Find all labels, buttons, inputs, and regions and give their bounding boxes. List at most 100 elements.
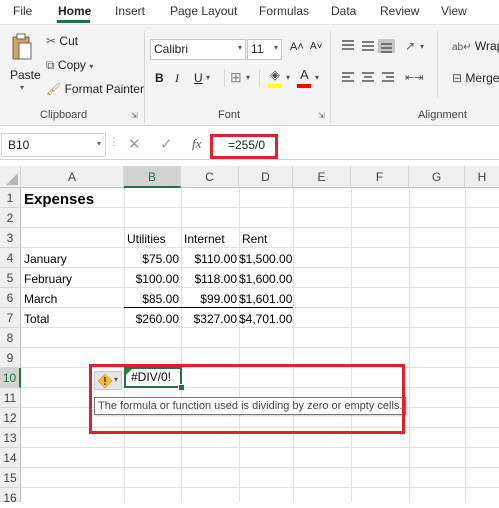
table-cell[interactable]: $75.00 [124, 249, 179, 269]
font-name-dropdown[interactable]: Calibri ▾ [150, 39, 246, 60]
borders-dropdown-icon[interactable]: ▾ [246, 73, 250, 82]
table-cell[interactable]: $327.00 [181, 309, 237, 329]
tab-home[interactable]: Home [58, 4, 91, 18]
sheet-title[interactable]: Expenses [24, 189, 94, 209]
row-header[interactable]: 3 [0, 228, 21, 248]
italic-button[interactable]: I [175, 71, 179, 86]
indent-icon[interactable]: ⇤⇥ [405, 71, 423, 84]
column-label-utilities[interactable]: Utilities [127, 229, 166, 249]
table-cell[interactable]: $100.00 [124, 269, 179, 289]
copy-button[interactable]: ⧉ Copy ▾ [46, 58, 93, 73]
orientation-dropdown-icon[interactable]: ▾ [420, 42, 424, 51]
wrap-text-icon: ab↵ [452, 42, 472, 53]
tab-view[interactable]: View [441, 4, 467, 18]
font-color-button[interactable]: A [297, 67, 313, 89]
orientation-icon[interactable]: ↗ [405, 39, 415, 53]
row-header[interactable]: 12 [0, 408, 21, 428]
table-cell[interactable]: $85.00 [124, 289, 179, 309]
tab-review[interactable]: Review [380, 4, 419, 18]
column-header[interactable]: C [181, 166, 239, 188]
row-label[interactable]: March [24, 289, 57, 309]
font-color-swatch [297, 84, 311, 88]
table-cell[interactable]: $1,601.00 [239, 289, 292, 309]
shrink-font-button[interactable]: A˅ [310, 41, 323, 52]
row-header[interactable]: 7 [0, 308, 21, 328]
row-header[interactable]: 4 [0, 248, 21, 268]
fill-color-dropdown-icon[interactable]: ▾ [286, 73, 290, 82]
cancel-icon[interactable]: ✕ [128, 135, 141, 153]
grow-font-button[interactable]: A˄ [290, 41, 304, 53]
gridline [21, 227, 499, 228]
row-header[interactable]: 8 [0, 328, 21, 348]
drag-handle-icon[interactable]: ⋮ [109, 137, 119, 148]
column-label-internet[interactable]: Internet [184, 229, 225, 249]
row-header[interactable]: 13 [0, 428, 21, 448]
row-label[interactable]: January [24, 249, 67, 269]
row-header[interactable]: 14 [0, 448, 21, 468]
merge-label: Merge [465, 71, 499, 85]
cut-button[interactable]: ✂ Cut [46, 34, 78, 48]
row-label[interactable]: February [24, 269, 72, 289]
gridline [21, 347, 499, 348]
column-header[interactable]: D [239, 166, 293, 188]
row-header[interactable]: 9 [0, 348, 21, 368]
name-box[interactable]: B10 ▾ [1, 133, 106, 157]
column-header[interactable]: A [21, 166, 124, 188]
tab-formulas[interactable]: Formulas [259, 4, 309, 18]
tab-file[interactable]: File [13, 4, 32, 18]
fill-color-button[interactable]: ◈ [268, 67, 284, 89]
wrap-text-label: Wrap [474, 39, 499, 53]
select-all-corner[interactable] [0, 166, 21, 188]
format-painter-button[interactable]: 🖌 Format Painter [46, 82, 144, 96]
paste-dropdown-icon[interactable]: ▾ [20, 83, 24, 92]
table-cell[interactable]: $260.00 [124, 309, 179, 329]
font-size-dropdown[interactable]: 11 ▾ [247, 39, 282, 60]
wrap-text-button[interactable]: ab↵ Wrap [452, 39, 499, 53]
font-launcher-icon[interactable]: ⇲ [318, 111, 325, 120]
column-header[interactable]: F [351, 166, 409, 188]
clipboard-launcher-icon[interactable]: ⇲ [131, 111, 138, 120]
horizontal-alignment-icons[interactable] [340, 71, 400, 85]
insert-function-icon[interactable]: fx [192, 136, 201, 152]
table-cell[interactable]: $4,701.00 [239, 309, 292, 329]
row-header[interactable]: 5 [0, 268, 21, 288]
underline-button[interactable]: U [194, 71, 203, 85]
paste-button[interactable] [11, 33, 33, 66]
row-header[interactable]: 15 [0, 468, 21, 488]
row-header[interactable]: 10 [0, 368, 21, 388]
column-label-rent[interactable]: Rent [242, 229, 267, 249]
row-header[interactable]: 16 [0, 488, 21, 505]
table-cell[interactable]: $118.00 [181, 269, 238, 289]
table-cell[interactable]: $1,500.00 [239, 249, 292, 269]
font-name-value: Calibri [154, 42, 189, 56]
row-label[interactable]: Total [24, 309, 49, 329]
table-cell[interactable]: $99.00 [181, 289, 237, 309]
row-header[interactable]: 6 [0, 288, 21, 308]
row-header[interactable]: 11 [0, 388, 21, 408]
paintbrush-icon: 🖌 [46, 82, 62, 96]
borders-icon[interactable]: ⊞ [230, 69, 242, 86]
underline-dropdown-icon[interactable]: ▾ [206, 73, 210, 82]
paste-label[interactable]: Paste [10, 68, 41, 82]
tab-page-layout[interactable]: Page Layout [170, 4, 237, 18]
top-alignment-icons[interactable] [340, 39, 400, 53]
row-header[interactable]: 2 [0, 208, 21, 228]
tab-data[interactable]: Data [331, 4, 356, 18]
column-header[interactable]: B [124, 166, 181, 188]
merge-button[interactable]: ⊟ Merge [452, 71, 499, 85]
enter-check-icon[interactable]: ✓ [160, 135, 173, 153]
column-header[interactable]: H [465, 166, 499, 188]
bold-button[interactable]: B [155, 71, 164, 85]
scissors-icon: ✂ [46, 34, 57, 48]
row-header[interactable]: 1 [0, 188, 21, 208]
column-header[interactable]: E [293, 166, 351, 188]
column-header[interactable]: G [409, 166, 465, 188]
tab-insert[interactable]: Insert [115, 4, 145, 18]
font-color-dropdown-icon[interactable]: ▾ [315, 73, 319, 82]
gridline [409, 188, 410, 502]
table-cell[interactable]: $1,600.00 [239, 269, 292, 289]
active-tab-indicator [57, 20, 90, 23]
group-divider [330, 31, 331, 123]
table-cell[interactable]: $110.00 [181, 249, 238, 269]
fill-color-swatch [268, 84, 282, 88]
